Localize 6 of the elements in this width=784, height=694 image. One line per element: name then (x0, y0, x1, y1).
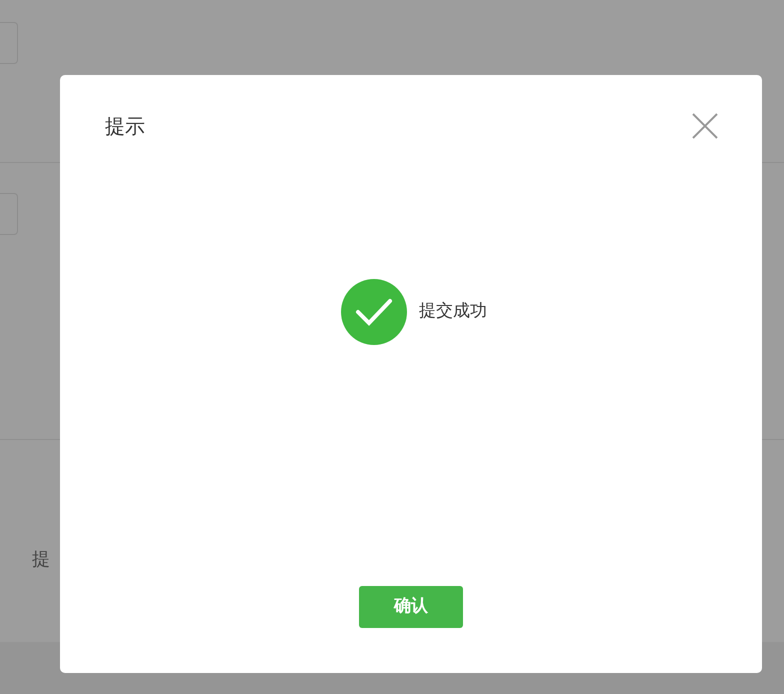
submit-label: 提 (32, 549, 50, 570)
success-message: 提交成功 (419, 300, 487, 324)
confirm-button[interactable]: 确认 (359, 586, 463, 628)
close-icon[interactable] (691, 112, 719, 140)
dialog-title: 提示 (105, 113, 145, 140)
success-check-icon (341, 279, 407, 345)
